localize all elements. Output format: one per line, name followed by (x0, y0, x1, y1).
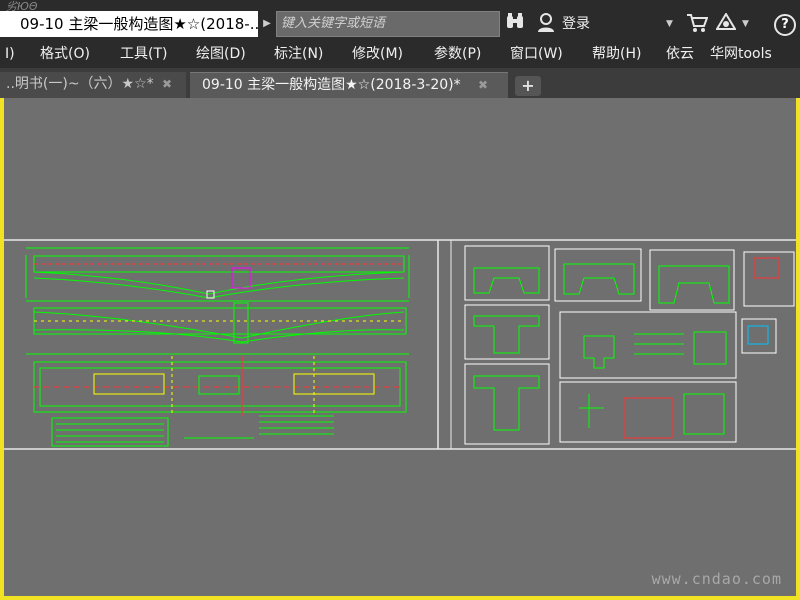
menu-tools[interactable]: 工具(T) (120, 44, 167, 64)
search-input[interactable]: 键入关键字或短语 (276, 11, 500, 37)
girder-elevation (25, 247, 410, 299)
menu-huawang-tools[interactable]: 华网tools (710, 44, 772, 64)
watermark: www.cndao.com (651, 570, 782, 588)
new-tab-button[interactable]: + (515, 76, 541, 96)
help-icon[interactable]: ? (774, 14, 796, 36)
cart-icon[interactable] (686, 13, 709, 35)
app-logo: 劣ЮΘ (6, 0, 38, 13)
login-dropdown-caret-icon[interactable]: ▼ (666, 13, 673, 35)
user-icon[interactable] (536, 13, 556, 35)
drawing-canvas[interactable]: www.cndao.com (4, 98, 796, 596)
menu-window[interactable]: 窗口(W) (510, 44, 563, 64)
document-title: 09-10 主梁一般构造图★☆(2018-... (0, 11, 258, 37)
menu-parametric[interactable]: 参数(P) (434, 44, 481, 64)
close-icon[interactable]: ✖ (478, 73, 488, 97)
cad-drawing (4, 239, 796, 450)
document-tab-bar: ..明书(一)~（六）★☆* ✖ 09-10 主梁一般构造图★☆(2018-3-… (0, 68, 800, 98)
menu-yiyun[interactable]: 依云 (666, 44, 694, 64)
tab-design-notes[interactable]: ..明书(一)~（六）★☆* ✖ (0, 72, 186, 98)
menu-view[interactable]: I) (5, 44, 15, 64)
login-link[interactable]: 登录 (562, 13, 590, 35)
menu-bar: I) 格式(O) 工具(T) 绘图(D) 标注(N) 修改(M) 参数(P) 窗… (0, 40, 800, 68)
binoculars-icon[interactable] (504, 13, 526, 35)
tab-label: ..明书(一)~（六）★☆* (6, 76, 154, 92)
menu-modify[interactable]: 修改(M) (352, 44, 403, 64)
menu-draw[interactable]: 绘图(D) (196, 44, 246, 64)
menu-dimension[interactable]: 标注(N) (274, 44, 323, 64)
notes-block (51, 415, 334, 447)
menu-help[interactable]: 帮助(H) (592, 44, 641, 64)
tab-label: 09-10 主梁一般构造图★☆(2018-3-20)* (202, 77, 461, 93)
a360-dropdown-caret-icon[interactable]: ▼ (742, 13, 749, 35)
expand-search-arrow-icon[interactable]: ▶ (260, 11, 274, 37)
menu-format[interactable]: 格式(O) (40, 44, 90, 64)
close-icon[interactable]: ✖ (162, 72, 172, 96)
girder-bottom-plan (26, 353, 409, 416)
cross-section-details (464, 245, 795, 445)
a360-icon[interactable] (715, 12, 737, 35)
girder-plan (26, 300, 409, 344)
tab-main-girder-drawing[interactable]: 09-10 主梁一般构造图★☆(2018-3-20)* ✖ (190, 72, 508, 98)
